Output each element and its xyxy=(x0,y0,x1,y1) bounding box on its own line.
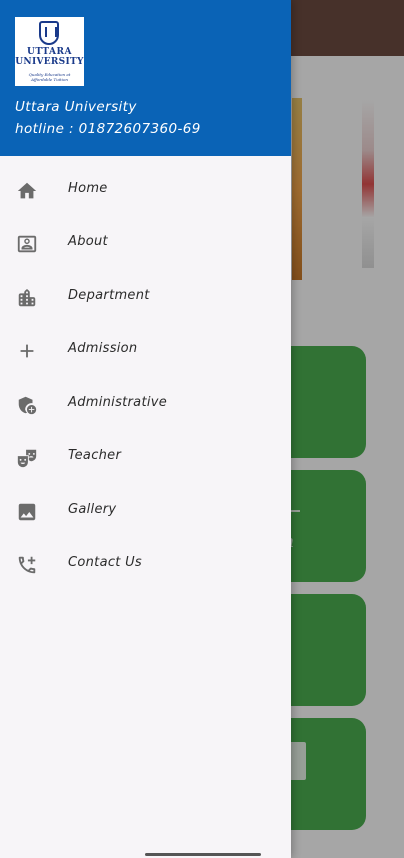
menu-item-home[interactable]: Home xyxy=(0,164,291,217)
home-icon xyxy=(16,180,38,202)
menu-item-label: Admission xyxy=(68,341,138,356)
logo-tagline: Quality Education at Affordable Tuition xyxy=(28,72,71,82)
menu-item-gallery[interactable]: Gallery xyxy=(0,485,291,538)
menu-item-label: Home xyxy=(68,181,108,196)
menu-item-contact-us[interactable]: Contact Us xyxy=(0,538,291,591)
building-icon xyxy=(16,287,38,309)
drawer-header: UTTARA UNIVERSITY Quality Education at A… xyxy=(0,0,291,156)
contact-card-icon xyxy=(16,233,38,255)
hotline-text: hotline : 01872607360-69 xyxy=(15,121,201,137)
menu-item-about[interactable]: About xyxy=(0,217,291,270)
add-call-icon xyxy=(16,554,38,576)
menu-item-label: About xyxy=(68,234,108,249)
university-name: Uttara University xyxy=(15,99,137,115)
image-icon xyxy=(16,501,38,523)
crest-icon xyxy=(39,21,59,45)
menu-item-label: Contact Us xyxy=(68,555,142,570)
university-logo: UTTARA UNIVERSITY Quality Education at A… xyxy=(15,17,84,86)
menu-item-department[interactable]: Department xyxy=(0,271,291,324)
menu-item-admission[interactable]: Admission xyxy=(0,324,291,377)
menu-item-label: Administrative xyxy=(68,395,168,410)
menu-item-administrative[interactable]: Administrative xyxy=(0,378,291,431)
logo-line-1: UTTARA xyxy=(27,47,72,57)
logo-line-2: UNIVERSITY xyxy=(15,57,84,67)
menu-item-label: Teacher xyxy=(68,448,122,463)
menu-item-teacher[interactable]: Teacher xyxy=(0,431,291,484)
plus-icon xyxy=(16,340,38,362)
navigation-drawer: UTTARA UNIVERSITY Quality Education at A… xyxy=(0,0,291,858)
menu-item-label: Gallery xyxy=(68,502,117,517)
shield-add-icon xyxy=(16,394,38,416)
gesture-navigation-handle[interactable] xyxy=(145,853,261,856)
theater-masks-icon xyxy=(16,447,38,469)
menu-item-label: Department xyxy=(68,288,150,303)
